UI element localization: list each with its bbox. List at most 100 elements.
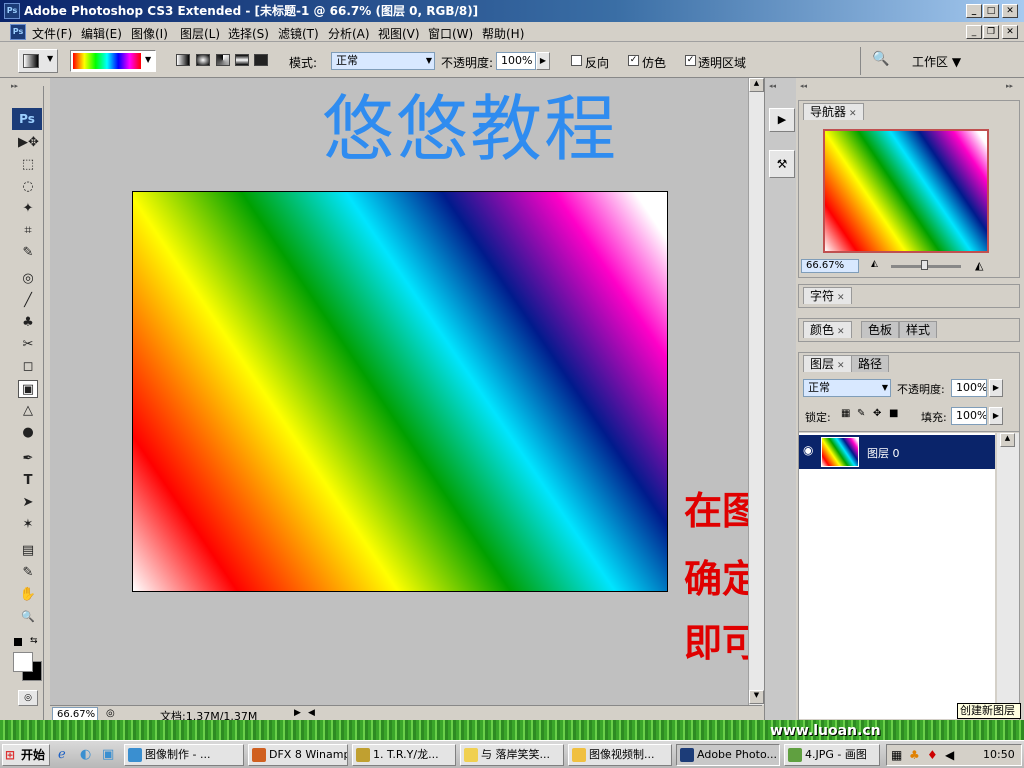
navigator-zoom-field[interactable]: 66.67% <box>801 259 859 273</box>
brush-tool-icon[interactable]: ╱ <box>18 292 38 310</box>
start-button[interactable]: ⊞ 开始 <box>2 744 50 766</box>
path-selection-tool-icon[interactable]: ➤ <box>18 494 38 512</box>
doc-restore-button[interactable]: ❐ <box>983 25 999 39</box>
quick-mask-icon[interactable]: ◎ <box>18 690 38 706</box>
tab-character[interactable]: 字符 ✕ <box>803 287 852 304</box>
gradient-canvas[interactable] <box>132 191 668 592</box>
zoom-out-icon[interactable]: ◭ <box>871 259 878 269</box>
opacity-input[interactable]: 100% <box>496 52 536 70</box>
magic-wand-tool-icon[interactable]: ✦ <box>18 200 38 218</box>
blur-tool-icon[interactable]: △ <box>18 402 38 420</box>
clone-stamp-tool-icon[interactable]: ♣ <box>18 314 38 332</box>
panels-expand-icon[interactable]: ▸▸ <box>1006 82 1013 90</box>
default-colors-icon[interactable] <box>14 638 22 646</box>
gradient-tool-icon[interactable]: ▣ <box>18 380 38 398</box>
toolbox-grip[interactable]: ▸▸ <box>11 82 43 90</box>
radial-gradient-icon[interactable] <box>196 54 210 66</box>
navigator-preview[interactable] <box>823 129 989 253</box>
tool-preset-picker[interactable]: ▼ <box>18 49 58 73</box>
tab-swatches[interactable]: 色板 <box>861 321 900 338</box>
layer-row[interactable]: ◉ 图层 0 <box>799 435 995 469</box>
close-icon[interactable]: ✕ <box>849 109 857 119</box>
workspace-menu[interactable]: 工作区 ▼ <box>912 53 961 70</box>
tray-app-icon[interactable]: ♦ <box>927 748 938 762</box>
layer-opacity-input[interactable]: 100% <box>951 379 987 397</box>
marquee-tool-icon[interactable]: ⬚ <box>18 156 38 174</box>
menu-layer[interactable]: 图层(L) <box>180 25 220 42</box>
taskbar-item-5[interactable]: 图像视频制... <box>568 744 672 766</box>
desktop-icon[interactable]: ▣ <box>102 747 114 762</box>
fill-slider-button[interactable]: ▶ <box>989 407 1003 425</box>
scroll-up-icon[interactable]: ▲ <box>749 78 764 92</box>
status-arrow-icon[interactable]: ▶ <box>294 708 301 718</box>
close-icon[interactable]: ✕ <box>837 361 845 371</box>
tab-paths[interactable]: 路径 <box>851 355 890 372</box>
hand-tool-icon[interactable]: ✋ <box>18 586 38 604</box>
menu-file[interactable]: 文件(F) <box>32 25 72 42</box>
menu-image[interactable]: 图像(I) <box>131 25 168 42</box>
type-tool-icon[interactable]: T <box>18 472 38 490</box>
notes-tool-icon[interactable]: ▤ <box>18 542 38 560</box>
doc-close-button[interactable]: ✕ <box>1002 25 1018 39</box>
menu-help[interactable]: 帮助(H) <box>482 25 524 42</box>
menu-view[interactable]: 视图(V) <box>378 25 420 42</box>
shape-tool-icon[interactable]: ✶ <box>18 516 38 534</box>
menu-edit[interactable]: 编辑(E) <box>81 25 122 42</box>
volume-icon[interactable]: ◀ <box>945 748 954 762</box>
dither-checkbox[interactable]: ✓ <box>628 55 639 66</box>
close-button[interactable]: ✕ <box>1002 4 1018 18</box>
menu-filter[interactable]: 滤镜(T) <box>278 25 319 42</box>
dock-collapse-icon[interactable]: ◂◂ <box>769 82 776 90</box>
ps-logo[interactable]: Ps <box>12 108 42 130</box>
history-brush-tool-icon[interactable]: ✂ <box>18 336 38 354</box>
dodge-tool-icon[interactable]: ● <box>18 424 38 442</box>
linear-gradient-icon[interactable] <box>176 54 190 66</box>
scroll-up-icon[interactable]: ▲ <box>1000 433 1015 447</box>
close-icon[interactable]: ✕ <box>837 293 845 303</box>
opacity-slider-button[interactable]: ▶ <box>536 52 550 70</box>
taskbar-item-6[interactable]: Adobe Photo... <box>676 744 780 766</box>
close-icon[interactable]: ✕ <box>837 327 845 337</box>
swap-colors-icon[interactable]: ⇆ <box>30 636 38 646</box>
eraser-tool-icon[interactable]: ◻ <box>18 358 38 376</box>
scroll-down-icon[interactable]: ▼ <box>749 690 764 704</box>
tray-network-icon[interactable]: ▦ <box>891 748 902 762</box>
lock-image-icon[interactable]: ✎ <box>857 408 865 419</box>
crop-tool-icon[interactable]: ⌗ <box>18 222 38 240</box>
vertical-scrollbar[interactable]: ▲ ▼ <box>748 78 764 705</box>
tab-layers[interactable]: 图层 ✕ <box>803 355 852 372</box>
ie-icon[interactable]: ℯ <box>58 747 66 762</box>
layers-scrollbar[interactable]: ▲ <box>997 433 1019 719</box>
pen-tool-icon[interactable]: ✒ <box>18 450 38 468</box>
reflected-gradient-icon[interactable] <box>235 54 249 66</box>
transparency-checkbox[interactable]: ✓ <box>685 55 696 66</box>
blend-mode-select[interactable]: 正常 ▼ <box>803 379 891 397</box>
tab-color[interactable]: 颜色 ✕ <box>803 321 852 338</box>
status-menu-icon[interactable]: ◎ <box>106 708 115 719</box>
lock-position-icon[interactable]: ✥ <box>873 408 881 419</box>
zoom-slider-thumb[interactable] <box>921 260 928 270</box>
quicklaunch-icon[interactable]: ◐ <box>80 747 91 762</box>
taskbar-item-3[interactable]: 1. T.R.Y/龙... <box>352 744 456 766</box>
taskbar-item-1[interactable]: 图像制作 - ... <box>124 744 244 766</box>
bridge-icon[interactable]: 🔍 <box>870 51 892 71</box>
tray-qq-icon[interactable]: ♣ <box>909 748 920 762</box>
minimize-button[interactable]: _ <box>966 4 982 18</box>
maximize-button[interactable]: □ <box>983 4 999 18</box>
lock-all-icon[interactable]: ■ <box>889 408 898 419</box>
menu-analysis[interactable]: 分析(A) <box>328 25 370 42</box>
angle-gradient-icon[interactable] <box>216 54 230 66</box>
layer-opacity-slider-button[interactable]: ▶ <box>989 379 1003 397</box>
diamond-gradient-icon[interactable] <box>254 54 268 66</box>
zoom-in-icon[interactable]: ◭ <box>975 259 983 272</box>
panels-collapse-icon[interactable]: ◂◂ <box>800 82 807 90</box>
taskbar-item-2[interactable]: DFX 8 Winamp <box>248 744 348 766</box>
doc-minimize-button[interactable]: _ <box>966 25 982 39</box>
move-tool-icon[interactable]: ▶✥ <box>18 134 39 152</box>
menu-select[interactable]: 选择(S) <box>228 25 269 42</box>
eye-icon[interactable]: ◉ <box>803 443 813 457</box>
mode-select[interactable]: 正常 ▼ <box>331 52 435 70</box>
tool-presets-icon[interactable]: ⚒ <box>769 150 795 178</box>
taskbar-item-7[interactable]: 4.JPG - 画图 <box>784 744 880 766</box>
menu-window[interactable]: 窗口(W) <box>428 25 473 42</box>
